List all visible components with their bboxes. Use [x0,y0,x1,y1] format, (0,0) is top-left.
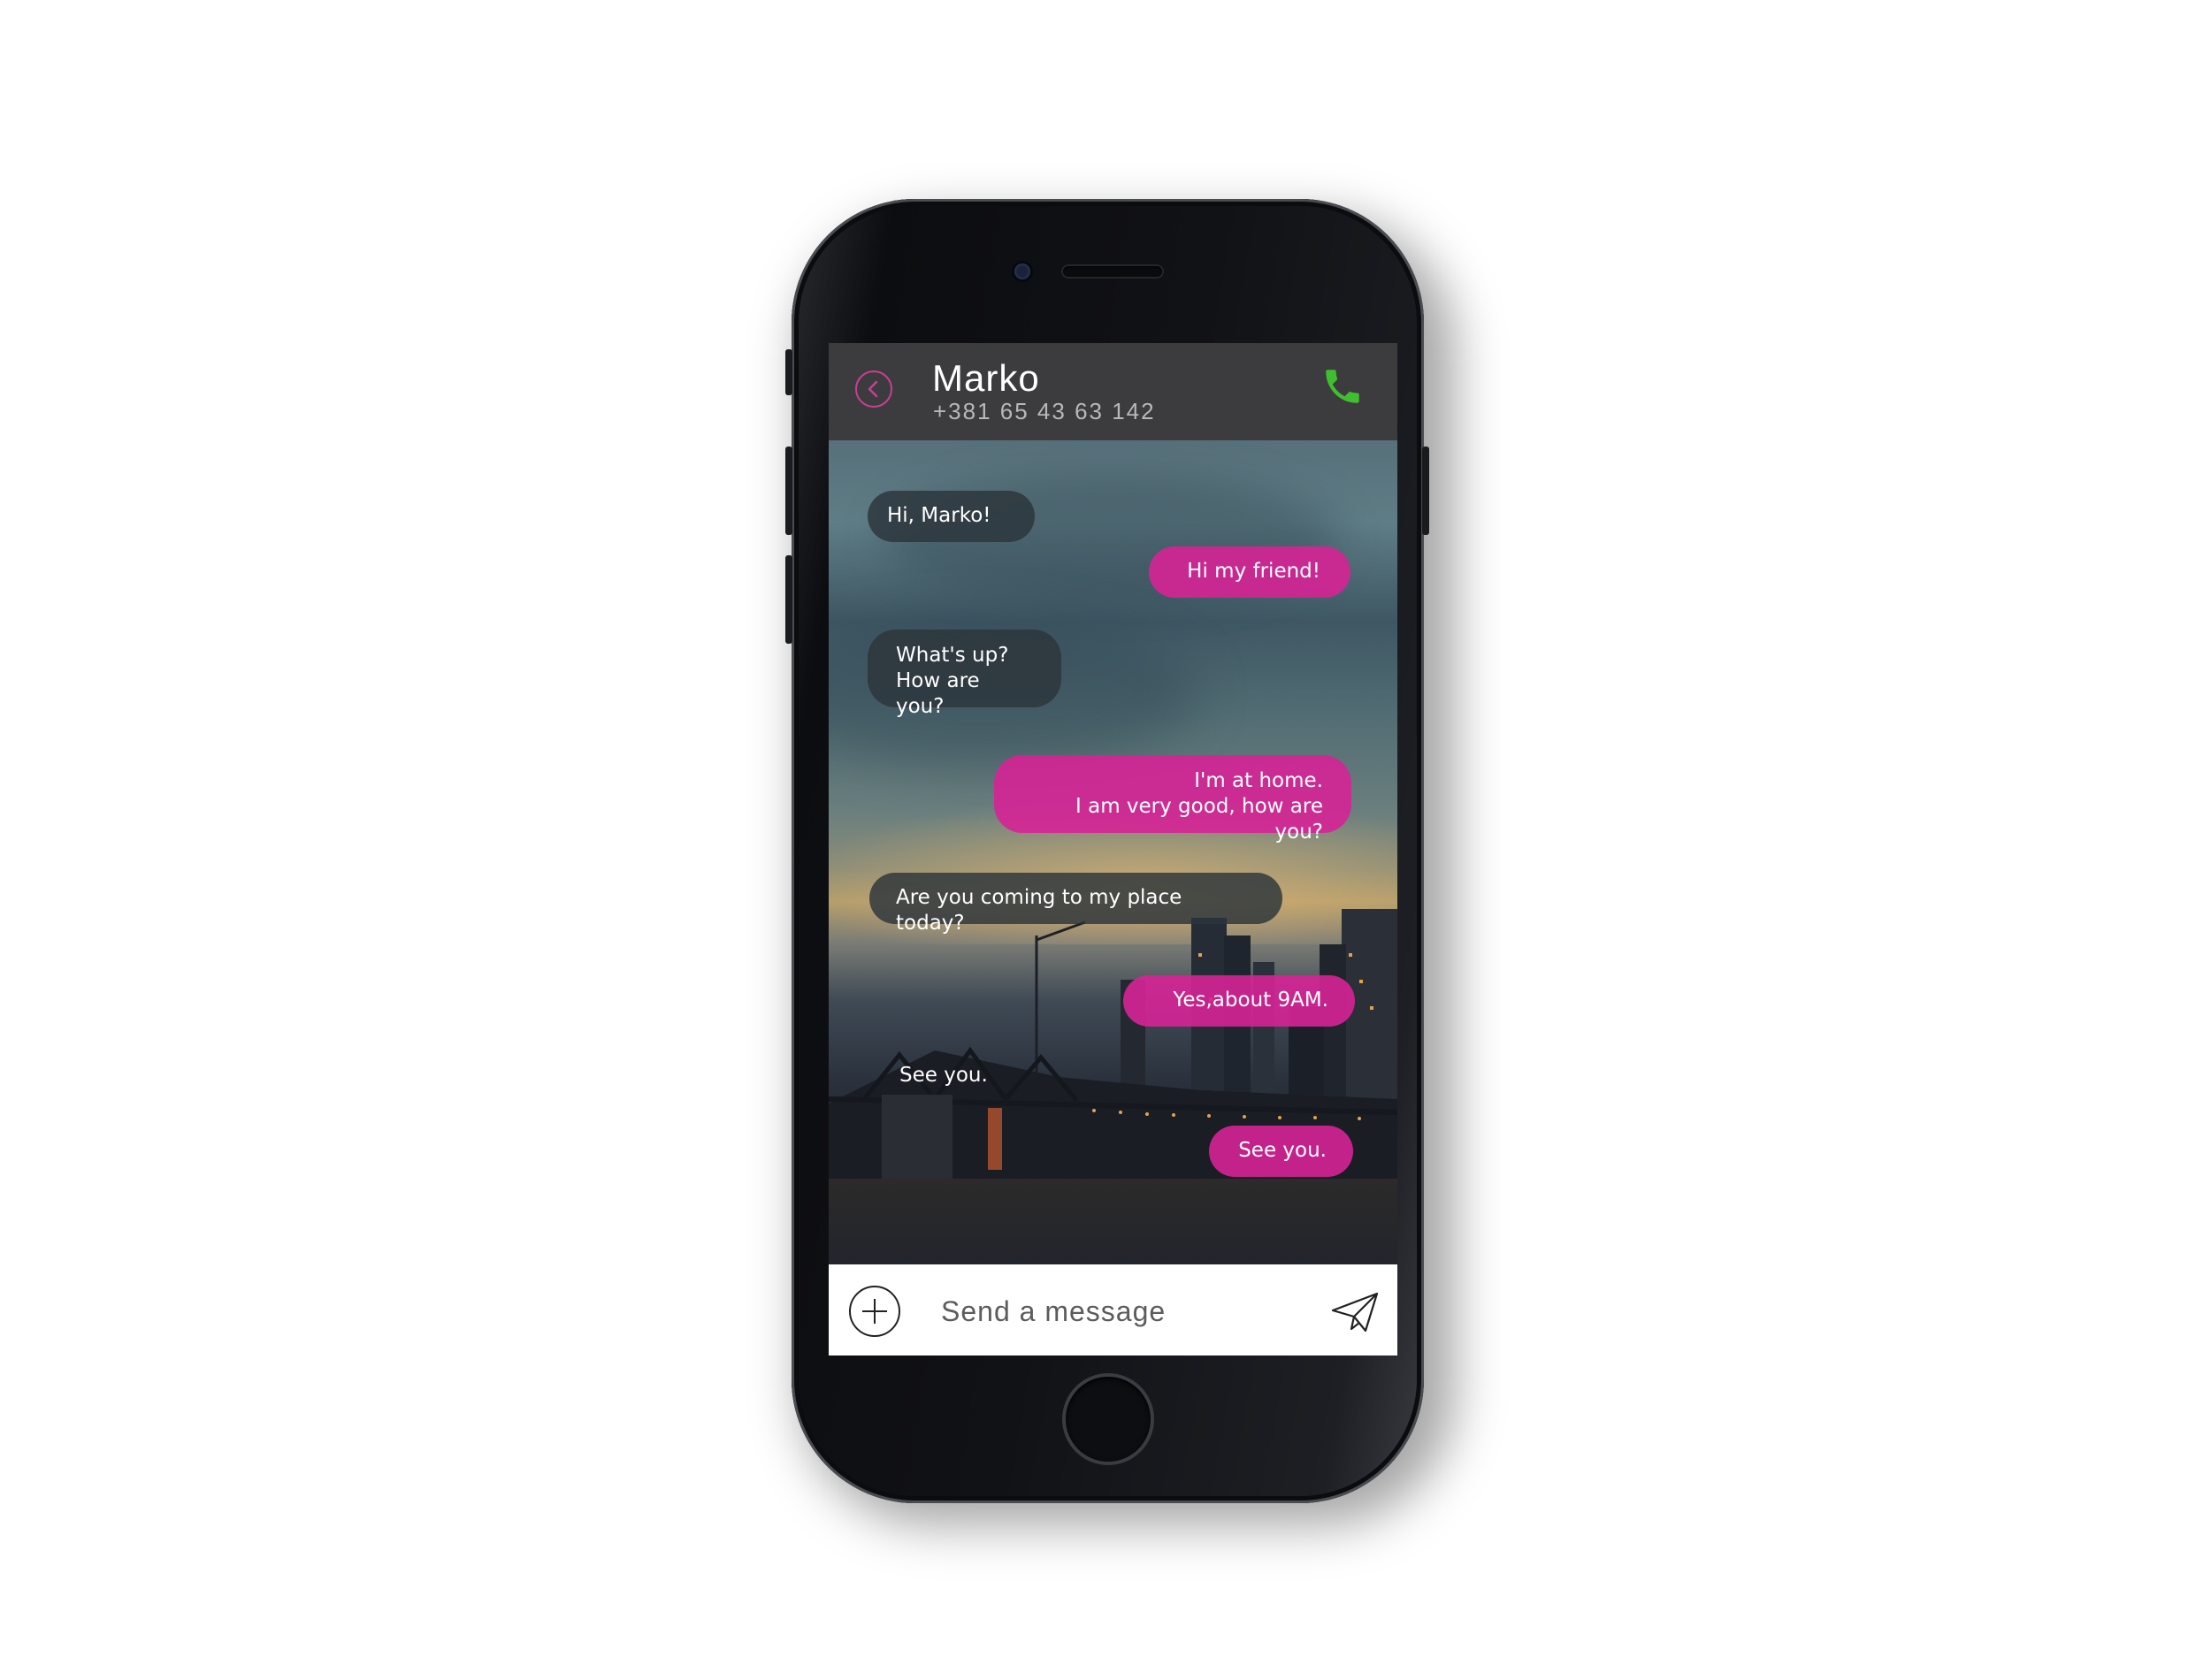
call-button[interactable] [1320,364,1365,409]
message-outgoing[interactable]: Yes,about 9AM. [1123,975,1355,1027]
message-composer [829,1264,1397,1355]
attach-button[interactable] [848,1285,901,1338]
chat-header: Marko +381 65 43 63 142 [829,343,1397,440]
contact-name: Marko [932,357,1040,399]
paper-plane-icon [1331,1292,1379,1333]
chevron-left-icon [868,380,878,398]
front-camera [1014,263,1030,279]
volume-up-button [785,447,792,535]
message-outgoing[interactable]: I'm at home. I am very good, how are you… [994,755,1351,844]
send-button[interactable] [1330,1291,1380,1333]
phone-screen: Marko +381 65 43 63 142 Hi, Marko! Hi my… [829,343,1397,1355]
home-button[interactable] [1066,1377,1151,1462]
message-input[interactable] [939,1291,1314,1332]
power-button [1422,447,1429,535]
volume-down-button [785,555,792,644]
earpiece-speaker [1063,266,1162,277]
message-outgoing[interactable]: Hi my friend! [1149,546,1350,598]
message-incoming[interactable]: Are you coming to my place today? [869,873,1282,935]
background-river [829,1179,1397,1264]
phone-icon [1326,370,1359,403]
mute-switch [785,349,792,395]
message-incoming[interactable]: Hi, Marko! [868,491,1035,542]
plus-circle-icon [849,1286,900,1337]
contact-phone-number: +381 65 43 63 142 [933,398,1156,424]
chat-area[interactable]: Hi, Marko! Hi my friend! What's up? How … [829,440,1397,1264]
message-outgoing[interactable]: See you. [1209,1126,1353,1177]
message-incoming[interactable]: What's up? How are you? [868,630,1061,718]
message-incoming[interactable]: See you. [868,1050,1027,1102]
back-button[interactable] [855,370,892,408]
